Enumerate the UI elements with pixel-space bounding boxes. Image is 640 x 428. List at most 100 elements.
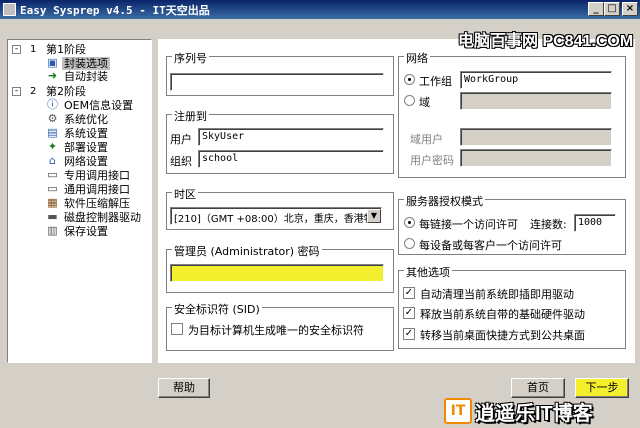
interface-icon: ▭ [47, 182, 58, 195]
title-bar[interactable]: Easy Sysprep v4.5 - IT天空出品 _ □ × [0, 0, 640, 19]
window-title: Easy Sysprep v4.5 - IT天空出品 [20, 4, 210, 17]
tree-item-label: 系统优化 [64, 113, 108, 126]
workgroup-label: 工作组 [419, 75, 452, 88]
opt1-checkbox[interactable]: ✓ [403, 287, 415, 299]
workgroup-radio[interactable] [404, 74, 415, 85]
user-input[interactable]: SkyUser [198, 128, 384, 146]
tree-item-special-interface[interactable]: ▭ 专用调用接口 [8, 168, 151, 183]
watermark-bottom: IT 逍遥乐IT博客 [444, 397, 593, 425]
timezone-legend: 时区 [172, 186, 198, 202]
collapse-toggle-icon[interactable]: - [12, 45, 21, 54]
tree-item-label: 网络设置 [64, 155, 108, 168]
help-button[interactable]: 帮助 [158, 378, 210, 398]
tree-item-label: 磁盘控制器驱动 [64, 211, 141, 224]
connections-input[interactable]: 1000 [574, 214, 616, 232]
blog-logo-icon: IT [444, 398, 472, 424]
per-server-label: 每链接一个访问许可 [419, 218, 518, 231]
tree-item-deploy[interactable]: ✦ 部署设置 [8, 140, 151, 155]
tree-item-system-settings[interactable]: ▤ 系统设置 [8, 126, 151, 141]
workgroup-input[interactable]: WorkGroup [460, 71, 612, 89]
tree-phase2[interactable]: - 2 第2阶段 [8, 85, 151, 98]
phase-number: 1 [30, 44, 37, 55]
domain-radio[interactable] [404, 95, 415, 106]
minimize-button[interactable]: _ [588, 2, 604, 16]
info-icon: ⓘ [47, 98, 58, 111]
per-seat-label: 每设备或每客户一个访问许可 [419, 239, 562, 252]
connections-label: 连接数: [530, 218, 567, 231]
user-label: 用户 [170, 133, 192, 146]
home-button[interactable]: 首页 [511, 378, 565, 398]
tree-item-disk-driver[interactable]: ▬ 磁盘控制器驱动 [8, 210, 151, 225]
next-button[interactable]: 下一步 [575, 378, 629, 398]
domain-password-label: 用户密码 [410, 154, 454, 167]
admin-legend: 管理员 (Administrator) 密码 [172, 243, 322, 259]
chevron-down-icon[interactable]: ▼ [367, 209, 381, 223]
sid-checkbox[interactable] [171, 323, 183, 335]
app-icon [3, 3, 16, 16]
tree-item-label: 自动封装 [64, 70, 108, 83]
tree-item-label: 保存设置 [64, 225, 108, 238]
interface-icon: ▭ [47, 168, 58, 181]
network-icon: ⌂ [49, 154, 56, 167]
main-window: Easy Sysprep v4.5 - IT天空出品 _ □ × 电脑百事网 P… [0, 0, 640, 428]
tree-item-label: 专用调用接口 [64, 169, 130, 182]
opt1-label: 自动清理当前系统即插即用驱动 [420, 288, 574, 301]
collapse-toggle-icon[interactable]: - [12, 87, 21, 96]
tree-item-auto-package[interactable]: ➜ 自动封装 [8, 69, 151, 84]
domain-label: 域 [419, 96, 430, 109]
tree-phase1-label: 第1阶段 [46, 43, 86, 56]
watermark-top: 电脑百事网 PC841.COM [458, 33, 634, 50]
opt2-label: 释放当前系统自带的基础硬件驱动 [420, 308, 585, 321]
tree-item-general-interface[interactable]: ▭ 通用调用接口 [8, 182, 151, 197]
tree-item-save-settings[interactable]: ▥ 保存设置 [8, 224, 151, 239]
org-label: 组织 [170, 155, 192, 168]
network-legend: 网络 [404, 50, 430, 66]
sid-legend: 安全标识符 (SID) [172, 301, 262, 317]
org-input[interactable]: school [198, 150, 384, 168]
tree-item-label: 通用调用接口 [64, 183, 130, 196]
maximize-button[interactable]: □ [604, 2, 620, 16]
domain-input[interactable] [460, 92, 612, 110]
opt2-checkbox[interactable]: ✓ [403, 307, 415, 319]
serial-input[interactable] [170, 73, 384, 91]
domain-user-label: 域用户 [410, 133, 443, 146]
save-icon: ▥ [47, 224, 58, 237]
gear-icon: ⚙ [47, 112, 58, 125]
phase-number: 2 [30, 86, 37, 97]
nav-tree[interactable]: - 1 第1阶段 ▣ 封装选项 ➜ 自动封装 - 2 第2阶段 ⓘ OEM信息设… [7, 39, 152, 363]
tree-item-oem[interactable]: ⓘ OEM信息设置 [8, 98, 151, 113]
computer-icon: ▤ [47, 126, 58, 139]
content-panel: 序列号 注册到 用户 SkyUser 组织 school 时区 [210]（GM… [158, 39, 635, 363]
admin-password-input[interactable] [170, 264, 384, 282]
sid-checkbox-label: 为目标计算机生成唯一的安全标识符 [188, 324, 364, 337]
disk-icon: ▬ [47, 210, 58, 223]
tree-item-label: OEM信息设置 [64, 99, 134, 112]
tree-item-label: 封装选项 [62, 57, 110, 70]
monitor-icon: ▣ [47, 56, 58, 69]
deploy-icon: ✦ [47, 140, 58, 153]
tree-item-optimize[interactable]: ⚙ 系统优化 [8, 112, 151, 127]
tree-item-label: 软件压缩解压 [64, 197, 130, 210]
tree-item-package-options[interactable]: ▣ 封装选项 [8, 57, 151, 70]
opt3-checkbox[interactable]: ✓ [403, 328, 415, 340]
per-server-radio[interactable] [404, 217, 415, 228]
tree-item-label: 部署设置 [64, 141, 108, 154]
tree-item-compress[interactable]: ▦ 软件压缩解压 [8, 196, 151, 211]
other-options-legend: 其他选项 [404, 264, 452, 280]
close-button[interactable]: × [622, 2, 638, 16]
watermark-bottom-text: 逍遥乐IT博客 [475, 402, 593, 425]
register-legend: 注册到 [172, 108, 209, 124]
timezone-select[interactable]: [210]（GMT +08:00）北京，重庆，香港特 [170, 207, 382, 225]
opt3-label: 转移当前桌面快捷方式到公共桌面 [420, 329, 585, 342]
tree-item-label: 系统设置 [64, 127, 108, 140]
arrow-right-icon: ➜ [47, 69, 58, 82]
serial-legend: 序列号 [172, 50, 209, 66]
per-seat-radio[interactable] [404, 238, 415, 249]
archive-icon: ▦ [47, 196, 58, 209]
license-legend: 服务器授权模式 [404, 193, 485, 209]
tree-phase2-label: 第2阶段 [46, 85, 86, 98]
tree-item-network[interactable]: ⌂ 网络设置 [8, 154, 151, 169]
domain-password-input[interactable] [460, 149, 612, 167]
tree-phase1[interactable]: - 1 第1阶段 [8, 43, 151, 56]
domain-user-input[interactable] [460, 128, 612, 146]
